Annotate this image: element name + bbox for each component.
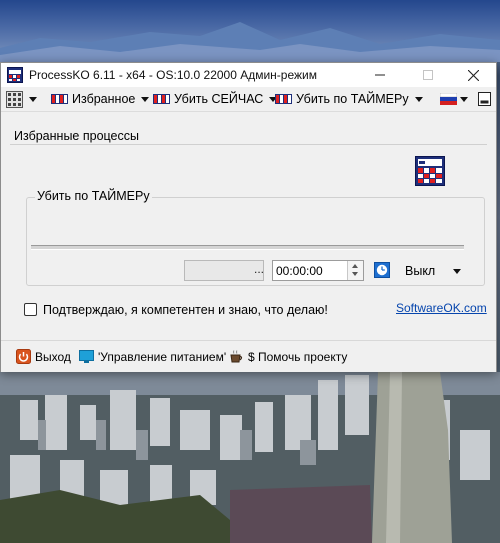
process-grid-icon[interactable] [415, 156, 445, 186]
exit-label: Выход [35, 349, 71, 364]
process-path-field[interactable] [184, 260, 264, 281]
menu-kill-now[interactable]: Убить СЕЙЧАС [153, 90, 278, 108]
donate-label: $ Помочь проекту [248, 349, 348, 364]
language-button[interactable] [440, 90, 468, 108]
menu-kill-timer-label: Убить по ТАЙМЕРу [296, 92, 409, 106]
time-input[interactable]: 00:00:00 [272, 260, 364, 281]
spin-down-icon[interactable] [352, 272, 358, 276]
minimize-button[interactable] [357, 63, 403, 87]
time-input-value: 00:00:00 [276, 264, 323, 278]
process-bars-icon [51, 94, 68, 104]
window-title: ProcessKO 6.11 - x64 - OS:10.0 22000 Адм… [29, 68, 317, 82]
close-button[interactable] [450, 63, 496, 87]
timer-group-title: Убить по ТАЙМЕРу [35, 189, 152, 203]
app-icon [7, 67, 23, 83]
monitor-icon [79, 350, 94, 363]
menu-favorites-label: Избранное [72, 92, 136, 106]
chevron-down-icon [141, 96, 150, 102]
menu-favorites[interactable]: Избранное [51, 90, 150, 108]
website-link[interactable]: SoftwareOK.com [396, 301, 487, 315]
main-panel: Избранные процессы Убить по ТАЙМЕРу ... … [1, 112, 496, 337]
exit-button[interactable]: Выход [16, 349, 71, 364]
browse-button[interactable]: ... [254, 262, 264, 276]
power-settings-label: 'Управление питанием' [98, 349, 227, 364]
process-ko-window: ProcessKO 6.11 - x64 - OS:10.0 22000 Адм… [0, 62, 497, 372]
russian-flag-icon [440, 93, 457, 105]
confirm-label[interactable]: Подтверждаю, я компетентен и знаю, что д… [43, 303, 328, 317]
bottom-bar: Выход 'Управление питанием' $ Помочь про… [1, 340, 496, 372]
grid-menu-icon [6, 90, 23, 108]
close-icon [467, 69, 479, 81]
coffee-cup-icon [230, 350, 243, 363]
tray-minimize-button[interactable] [478, 90, 491, 108]
chevron-down-icon [29, 96, 37, 102]
timer-slider[interactable] [31, 245, 464, 250]
menu-kill-now-label: Убить СЕЙЧАС [174, 92, 264, 106]
chevron-down-icon [414, 96, 423, 102]
tray-minimize-icon [478, 92, 491, 106]
clock-icon[interactable] [374, 262, 390, 278]
process-bars-icon [275, 94, 292, 104]
title-bar[interactable]: ProcessKO 6.11 - x64 - OS:10.0 22000 Адм… [1, 63, 496, 87]
favorites-group-divider [10, 144, 487, 145]
donate-button[interactable]: $ Помочь проекту [229, 349, 347, 364]
spin-up-icon[interactable] [352, 264, 358, 268]
power-settings-button[interactable]: 'Управление питанием' [79, 349, 226, 364]
menu-kill-timer[interactable]: Убить по ТАЙМЕРу [275, 90, 423, 108]
confirm-checkbox[interactable] [24, 303, 37, 316]
power-exit-icon [16, 349, 31, 364]
menu-bar: Избранное Убить СЕЙЧАС Убить по ТАЙМЕРу [1, 87, 496, 112]
maximize-icon [423, 70, 433, 80]
chevron-down-icon[interactable] [453, 269, 461, 274]
time-spinner[interactable] [347, 261, 363, 280]
timer-action-select[interactable]: Выкл [405, 264, 435, 278]
process-bars-icon [153, 94, 170, 104]
grid-menu-button[interactable] [6, 90, 37, 108]
maximize-button[interactable] [405, 63, 451, 87]
chevron-down-icon [460, 96, 468, 102]
minimize-icon [375, 74, 385, 76]
favorites-group-title: Избранные процессы [14, 129, 139, 143]
